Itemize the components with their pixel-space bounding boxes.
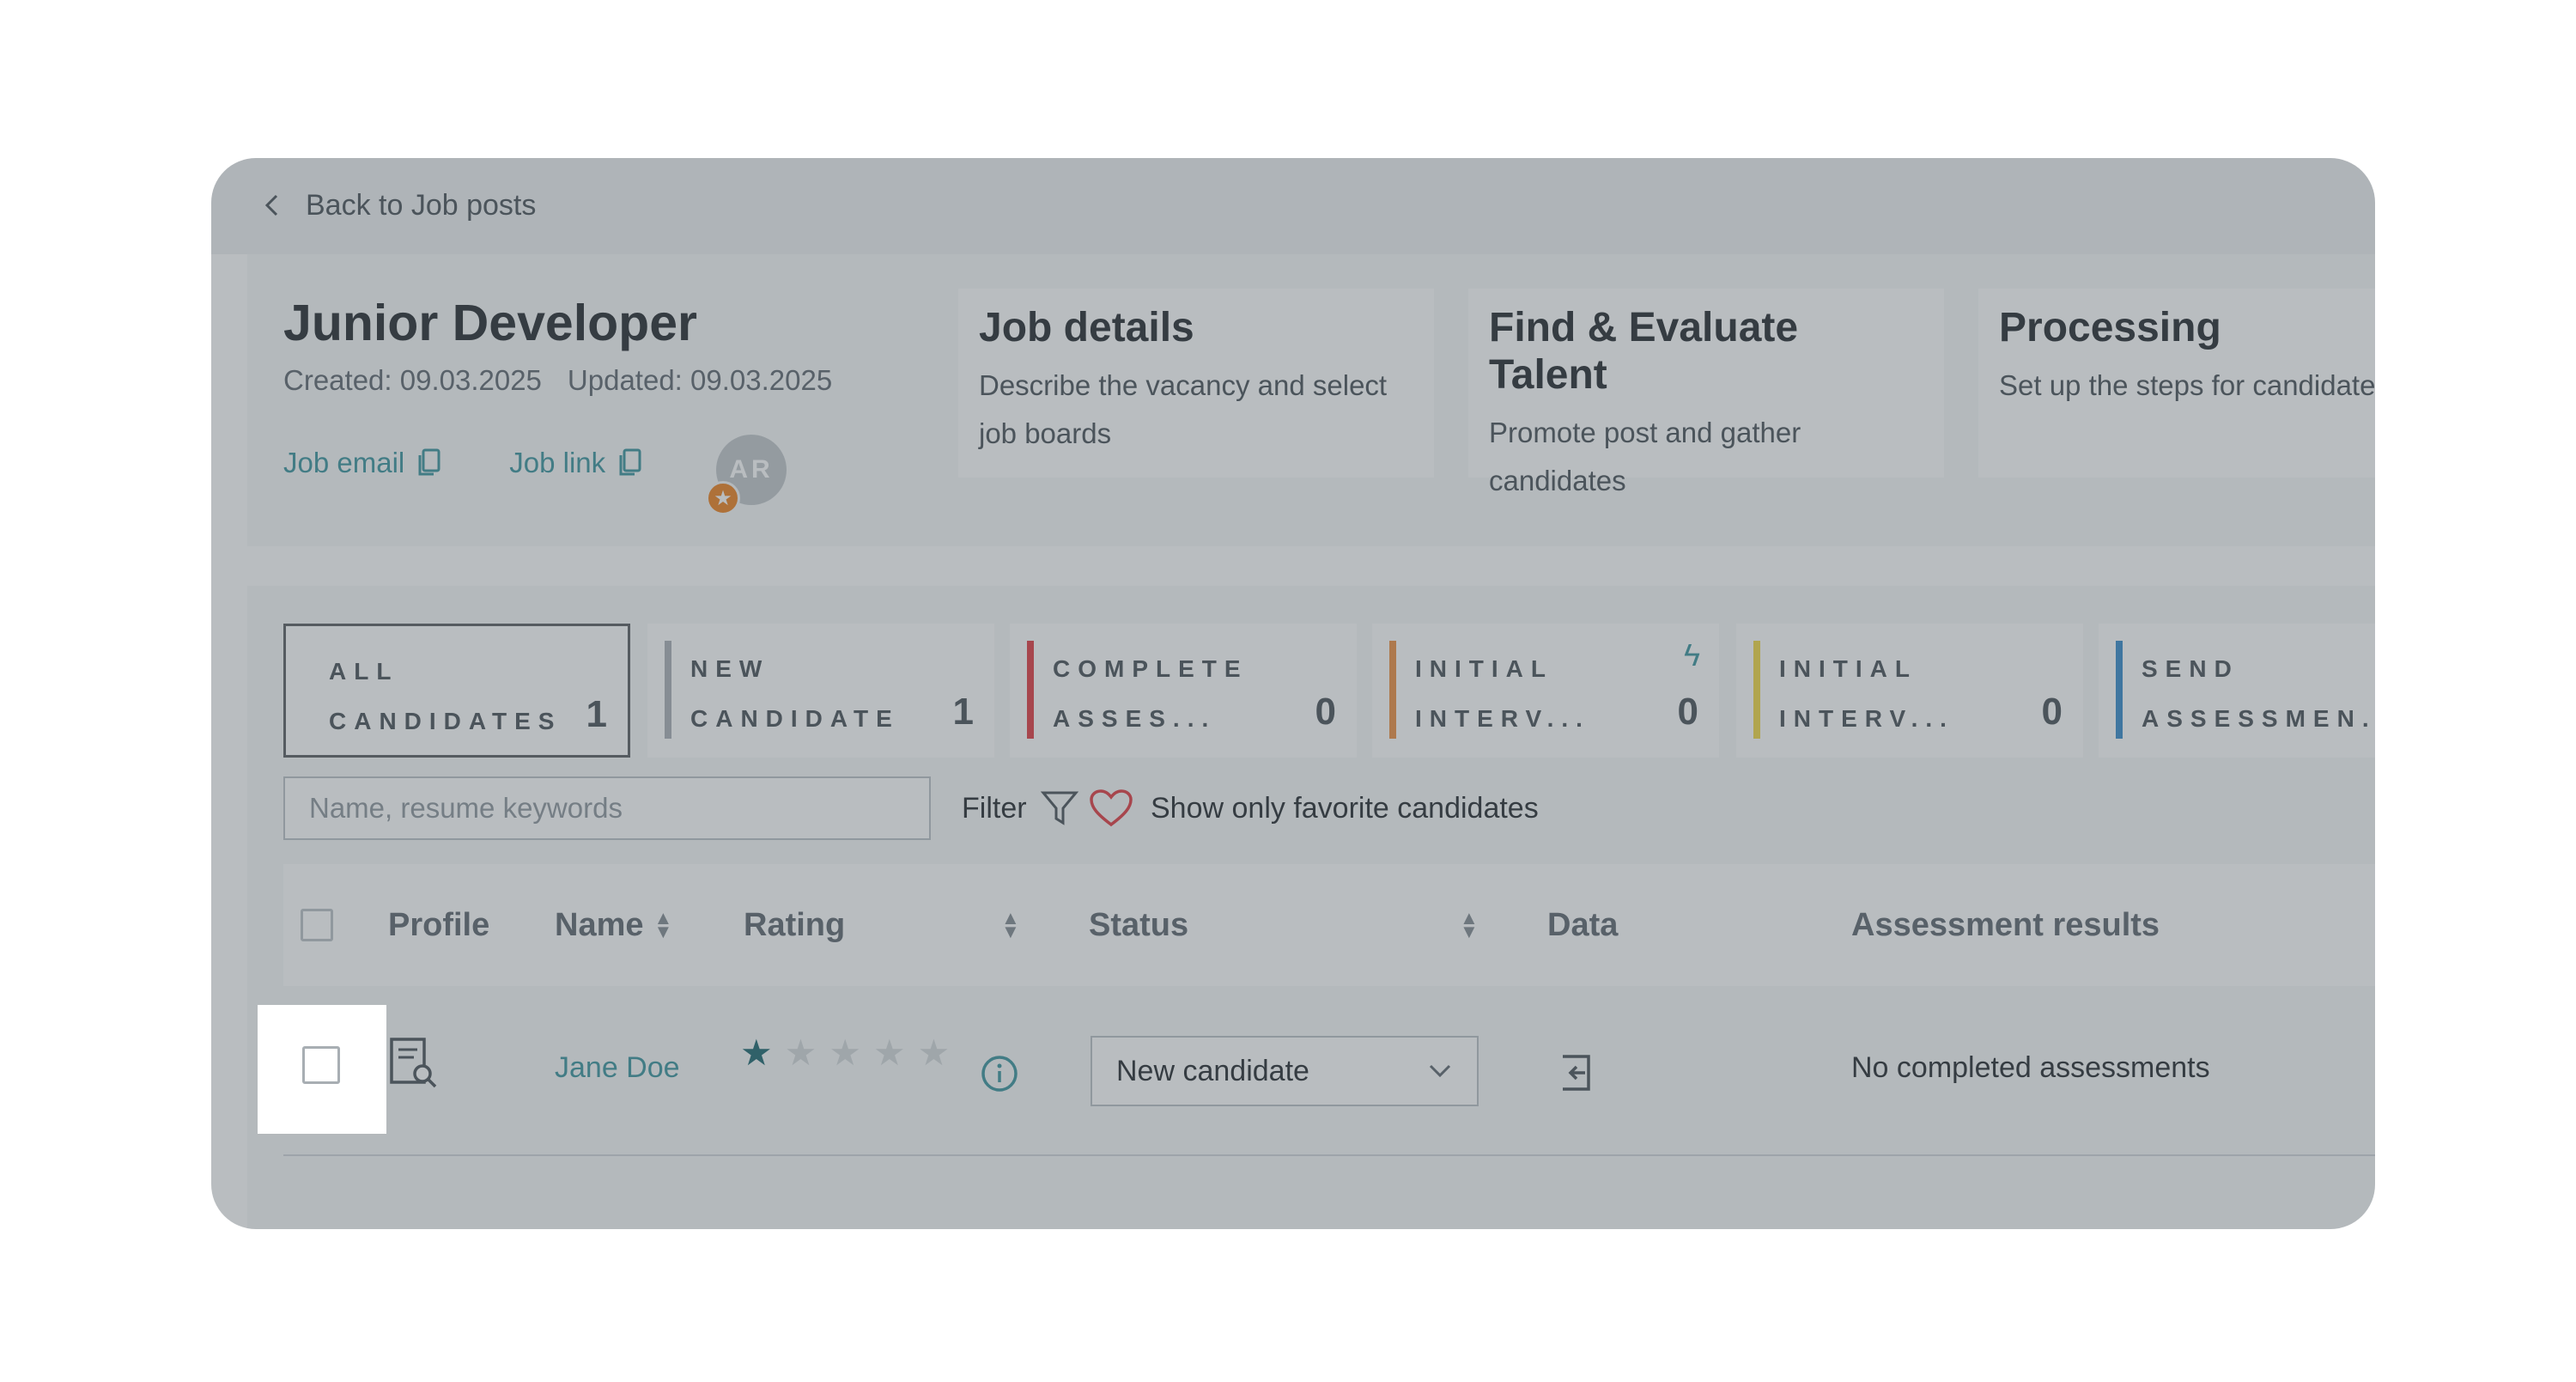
row-select-checkbox[interactable] xyxy=(302,1046,340,1084)
app-window: Back to Job posts Junior Developer Creat… xyxy=(211,158,2375,1229)
highlight-spotlight xyxy=(258,1005,386,1134)
dim-overlay xyxy=(211,158,2375,1229)
